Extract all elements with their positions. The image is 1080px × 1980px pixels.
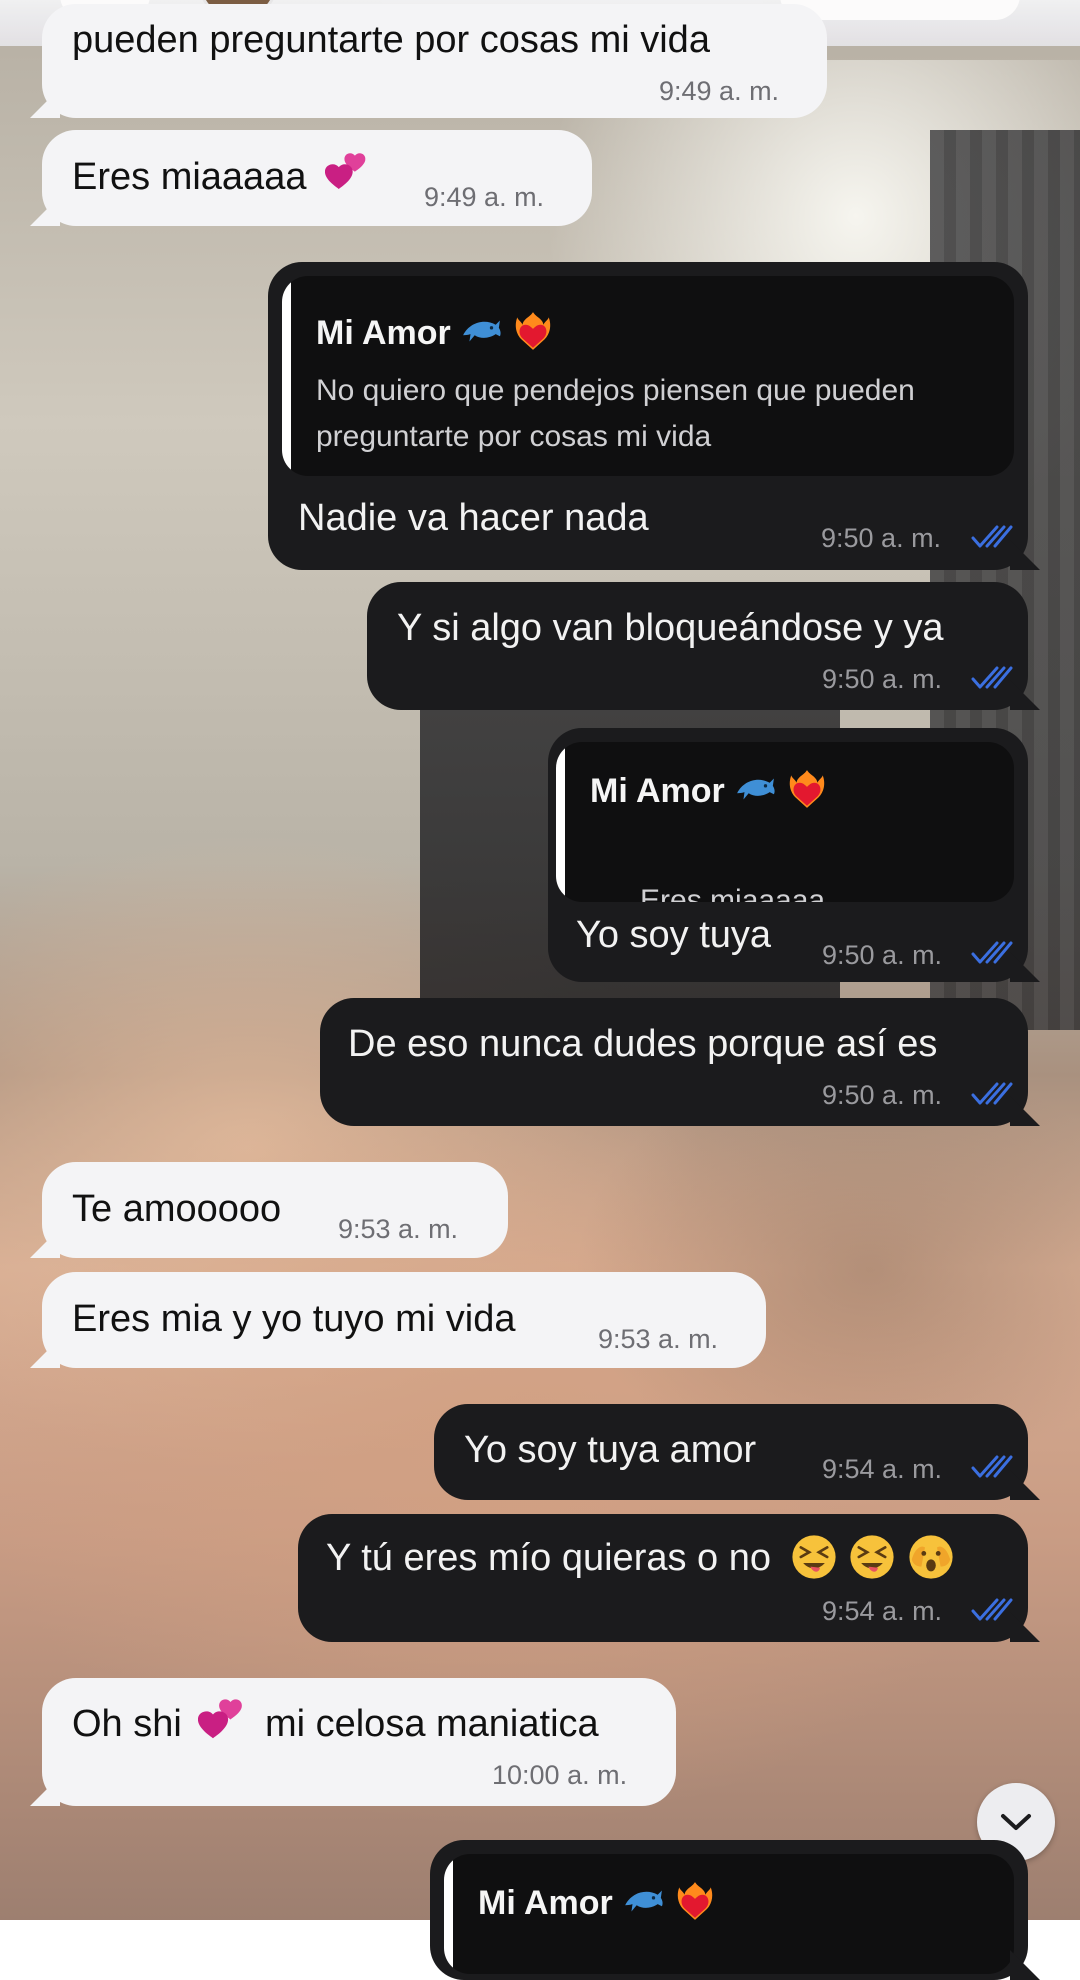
reply-quote[interactable]: Mi Amor (444, 1854, 1014, 1974)
message-text: Yo soy tuya (576, 914, 772, 956)
message-time: 9:50 a. m. (822, 664, 943, 694)
message-bubble-outgoing[interactable]: Mi Amor (430, 1840, 1028, 1980)
message-bubble-outgoing[interactable]: Mi Amor No quiero que pendejos piensen q… (268, 262, 1028, 570)
message-text: Yo soy tuya amor (464, 1429, 757, 1471)
message-bubble-incoming[interactable]: Oh shi mi celosa maniatica 10:00 a. m. (42, 1678, 676, 1806)
message-text: Nadie va hacer nada (298, 497, 649, 539)
message-bubble-outgoing[interactable]: Y tú eres mío quieras o no 9:54 a. m. (298, 1514, 1028, 1642)
squinting-tongue-face-icon (790, 1533, 838, 1581)
reply-quote-text-body: Eres miaaaaa (640, 884, 826, 902)
message-text-body: Y tú eres mío quieras o no (326, 1537, 771, 1579)
message-bubble-incoming[interactable]: pueden preguntarte por cosas mi vida 9:4… (42, 4, 827, 118)
message-time: 9:53 a. m. (338, 1214, 459, 1244)
reply-quote[interactable]: Mi Amor No quiero que pendejos piensen q… (282, 276, 1014, 476)
message-time: 9:53 a. m. (598, 1324, 719, 1354)
double-check-icon (971, 524, 1013, 550)
message-time: 9:50 a. m. (822, 940, 943, 970)
reply-quote[interactable]: Mi Amor Eres miaaaaa (556, 742, 1014, 902)
message-time: 9:49 a. m. (424, 182, 545, 212)
two-hearts-icon (198, 1697, 248, 1747)
message-bubble-outgoing[interactable]: Y si algo van bloqueándose y ya 9:50 a. … (367, 582, 1028, 710)
message-bubble-incoming[interactable]: Te amooooo 9:53 a. m. (42, 1162, 508, 1258)
message-bubble-incoming[interactable]: Eres miaaaaa 9:49 a. m. (42, 130, 592, 226)
message-text-body: Eres miaaaaa (72, 156, 307, 198)
message-text: Y tú eres mío quieras o no (326, 1536, 955, 1581)
message-text-body-a: Oh shi (72, 1703, 182, 1745)
double-check-icon (971, 940, 1013, 966)
reply-quote-bar (444, 1854, 453, 1974)
message-bubble-incoming[interactable]: Eres mia y yo tuyo mi vida 9:53 a. m. (42, 1272, 766, 1368)
dolphin-icon (622, 1880, 664, 1922)
message-text: Te amooooo (72, 1188, 282, 1230)
heart-on-fire-icon (786, 768, 828, 810)
message-bubble-outgoing[interactable]: De eso nunca dudes porque así es 9:50 a.… (320, 998, 1028, 1126)
double-check-icon (971, 665, 1013, 691)
reply-quote-sender-name: Mi Amor (316, 314, 451, 352)
message-text: Oh shi mi celosa maniatica (72, 1702, 599, 1747)
double-check-icon (971, 1454, 1013, 1480)
dolphin-icon (460, 310, 502, 352)
message-text-body-b: mi celosa maniatica (264, 1703, 599, 1745)
message-text: Y si algo van bloqueándose y ya (397, 607, 944, 649)
message-bubble-outgoing[interactable]: Mi Amor Eres miaaaaa Yo soy tuya 9:50 a.… (548, 728, 1028, 982)
squinting-tongue-face-icon (848, 1533, 896, 1581)
reply-quote-text: No quiero que pendejos piensen que puede… (316, 374, 915, 453)
reply-quote-bar (282, 276, 291, 476)
message-bubble-outgoing[interactable]: Yo soy tuya amor 9:54 a. m. (434, 1404, 1028, 1500)
two-hearts-icon (325, 151, 371, 197)
message-text: pueden preguntarte por cosas mi vida (72, 19, 710, 61)
message-time: 10:00 a. m. (492, 1760, 628, 1790)
dolphin-icon (734, 768, 776, 810)
reply-quote-bar (556, 742, 565, 902)
heart-on-fire-icon (674, 1880, 716, 1922)
reply-quote-sender-name: Mi Amor (478, 1884, 613, 1922)
reply-quote-sender-name: Mi Amor (590, 772, 725, 810)
reply-quote-sender: Mi Amor (316, 314, 554, 353)
message-time: 9:54 a. m. (822, 1596, 943, 1626)
reply-quote-sender: Mi Amor (478, 1884, 716, 1923)
message-text: Eres miaaaaa (72, 155, 371, 199)
message-time: 9:50 a. m. (821, 523, 942, 553)
double-check-icon (971, 1597, 1013, 1623)
reply-quote-text: Eres miaaaaa (590, 832, 825, 902)
face-with-open-eyes-and-hand-over-mouth-icon (907, 1533, 955, 1581)
heart-on-fire-icon (512, 310, 554, 352)
message-time: 9:54 a. m. (822, 1454, 943, 1484)
message-text: Eres mia y yo tuyo mi vida (72, 1298, 516, 1340)
message-time: 9:49 a. m. (659, 76, 780, 106)
chevron-down-icon (1001, 1814, 1031, 1830)
double-check-icon (971, 1081, 1013, 1107)
message-time: 9:50 a. m. (822, 1080, 943, 1110)
message-text: De eso nunca dudes porque así es (348, 1023, 938, 1065)
reply-quote-sender: Mi Amor (590, 772, 828, 811)
